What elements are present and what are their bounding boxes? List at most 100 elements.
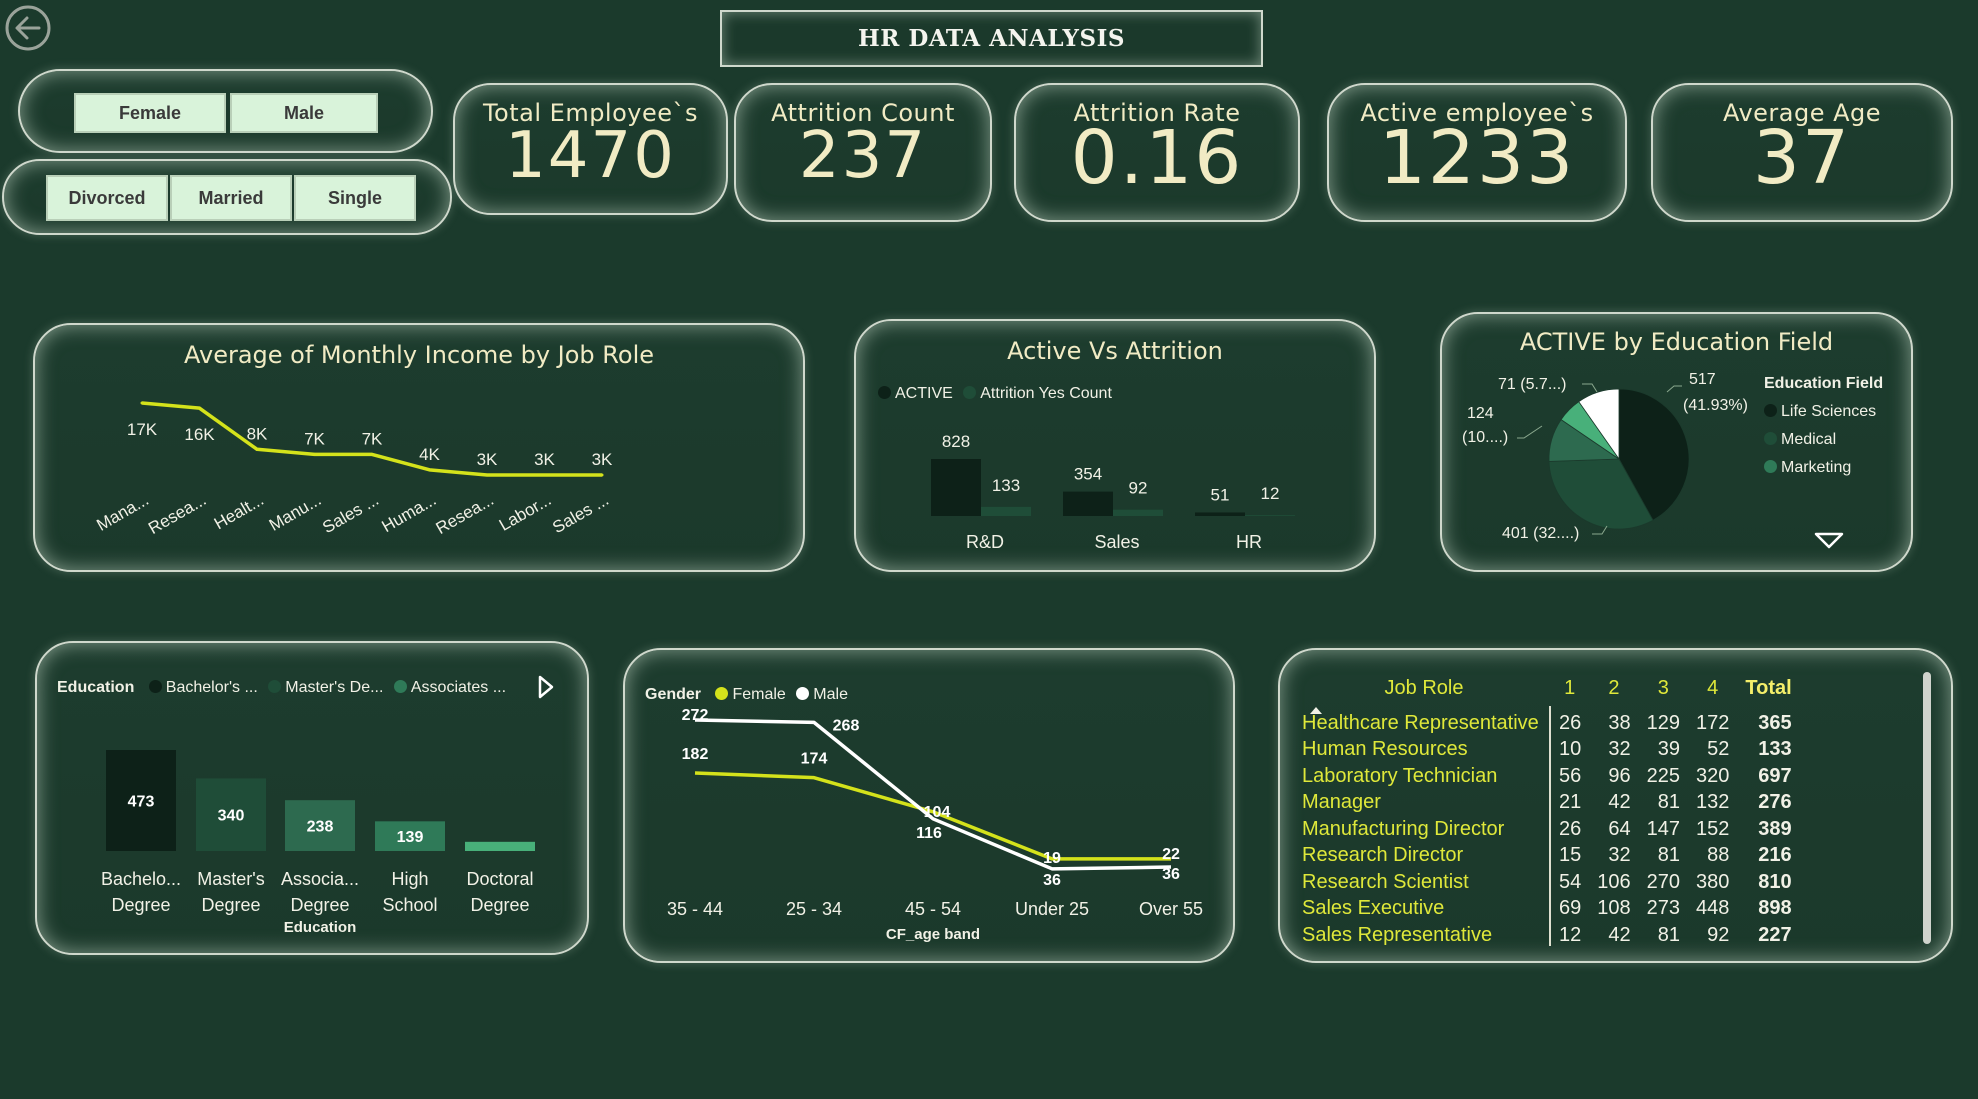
table-scrollbar[interactable] xyxy=(1923,672,1931,944)
table-row[interactable]: Healthcare Representative 26 38 129 172 365 xyxy=(1298,706,1800,737)
value-cell: 15 xyxy=(1559,844,1582,867)
x-tick-label: Doctoral xyxy=(466,869,533,889)
kpi-active-employees: Active employee`s 1233 xyxy=(1327,83,1627,222)
pie-label: 71 (5.7...) xyxy=(1498,376,1566,393)
bar-active xyxy=(1195,512,1245,516)
data-label: 139 xyxy=(397,829,424,846)
back-arrow-icon[interactable] xyxy=(4,4,52,52)
total-cell: 276 xyxy=(1758,791,1792,814)
x-tick-label: Degree xyxy=(290,895,349,915)
column-header-total[interactable]: Total xyxy=(1737,670,1799,706)
value-cell: 448 xyxy=(1696,897,1730,920)
slicer-married-button[interactable]: Married xyxy=(170,175,292,221)
income-point xyxy=(313,452,316,456)
data-label: 174 xyxy=(801,751,828,768)
legend-dot-icon xyxy=(1764,460,1777,473)
data-label: 473 xyxy=(128,794,155,811)
column-header[interactable]: 4 xyxy=(1688,670,1737,706)
data-label: 36 xyxy=(1043,872,1061,889)
x-axis-title: Education xyxy=(284,919,357,936)
job-role-cell: Healthcare Representative xyxy=(1298,706,1551,737)
gender-age-card: Gender Female Male 182 174 116 36 36 272 268 10… xyxy=(623,648,1235,963)
data-label: 3K xyxy=(477,450,498,469)
legend-scroll-down-icon[interactable] xyxy=(1814,532,1844,554)
total-cell: 389 xyxy=(1758,817,1792,840)
leader-line xyxy=(1666,385,1682,393)
table-row[interactable]: Research Director 15 32 81 88 216 xyxy=(1298,842,1800,869)
income-point xyxy=(485,473,489,477)
value-cell: 106 xyxy=(1597,870,1631,893)
x-tick-label: High xyxy=(391,869,428,889)
slicer-divorced-button[interactable]: Divorced xyxy=(46,175,168,221)
x-tick-label: School xyxy=(382,895,437,915)
legend-label: Life Sciences xyxy=(1781,403,1877,420)
value-cell: 12 xyxy=(1559,923,1582,946)
table-viewport: Job Role 1 2 3 4 Total Healthcare Repres… xyxy=(1280,650,1900,946)
job-role-table: Job Role 1 2 3 4 Total Healthcare Repres… xyxy=(1298,670,1800,946)
legend-item: Marketing xyxy=(1764,454,1883,482)
value-cell: 270 xyxy=(1646,870,1680,893)
data-label: 36 xyxy=(1162,866,1180,883)
data-label: 272 xyxy=(682,707,709,724)
value-cell: 81 xyxy=(1657,791,1680,814)
pie-label: 124 xyxy=(1467,405,1494,422)
value-cell: 69 xyxy=(1559,897,1582,920)
slicer-female-button[interactable]: Female xyxy=(74,93,226,133)
column-header[interactable]: 1 xyxy=(1550,670,1589,706)
value-cell: 320 xyxy=(1696,764,1730,787)
x-tick-label: Resea... xyxy=(145,490,209,538)
education-bar xyxy=(465,841,535,851)
table-row[interactable]: Sales Representative 12 42 81 92 227 xyxy=(1298,922,1800,946)
value-cell: 42 xyxy=(1608,791,1631,814)
x-tick-label: Huma... xyxy=(378,490,439,536)
data-label: 133 xyxy=(992,476,1020,495)
kpi-total-employees: Total Employee`s 1470 xyxy=(453,83,728,215)
table-row[interactable]: Research Scientist 54 106 270 380 810 xyxy=(1298,869,1800,896)
x-tick-label: Associa... xyxy=(281,869,359,889)
job-role-cell: Laboratory Technician xyxy=(1298,763,1551,790)
table-row[interactable]: Laboratory Technician 56 96 225 320 697 xyxy=(1298,763,1800,790)
table-row[interactable]: Sales Executive 69 108 273 448 898 xyxy=(1298,895,1800,922)
x-tick-label: Manu... xyxy=(266,490,325,535)
pie-label: (41.93%) xyxy=(1683,397,1748,414)
x-tick-label: Master's xyxy=(197,869,264,889)
x-tick-label: Degree xyxy=(111,895,170,915)
kpi-value: 1233 xyxy=(1378,115,1576,201)
table-row[interactable]: Human Resources 10 32 39 52 133 xyxy=(1298,736,1800,763)
x-tick-label: HR xyxy=(1236,532,1262,552)
active-attrition-bar-chart: 828 133 R&D 354 92 Sales 51 12 HR xyxy=(931,432,1295,552)
data-label: 19 xyxy=(1043,850,1061,867)
income-line-chart: 17K Mana... 16K Resea... 8K Healt... 7K Manu...… xyxy=(93,401,613,538)
column-header[interactable]: 3 xyxy=(1639,670,1688,706)
value-cell: 132 xyxy=(1696,791,1730,814)
leader-line xyxy=(1517,425,1543,439)
x-tick-label: 35 - 44 xyxy=(667,899,723,919)
table-row[interactable]: Manager 21 42 81 132 276 xyxy=(1298,789,1800,816)
table-row[interactable]: Manufacturing Director 26 64 147 152 389 xyxy=(1298,816,1800,843)
value-cell: 108 xyxy=(1597,897,1631,920)
kpi-value: 1470 xyxy=(505,119,676,193)
job-role-cell: Manager xyxy=(1298,789,1551,816)
slicer-male-button[interactable]: Male xyxy=(230,93,378,133)
value-cell: 42 xyxy=(1608,923,1631,946)
value-cell: 26 xyxy=(1559,711,1582,734)
pie-label: (10....) xyxy=(1462,429,1508,446)
data-label: 354 xyxy=(1074,465,1102,484)
x-tick-label: Healt... xyxy=(211,490,267,533)
value-cell: 96 xyxy=(1608,764,1631,787)
page-title: HR DATA ANALYSIS xyxy=(720,10,1263,67)
legend-label: Medical xyxy=(1781,431,1837,448)
legend-dot-icon xyxy=(1764,432,1777,445)
income-point xyxy=(370,452,374,456)
slicer-single-button[interactable]: Single xyxy=(294,175,416,221)
income-point xyxy=(140,401,144,405)
value-cell: 81 xyxy=(1657,923,1680,946)
column-header[interactable]: 2 xyxy=(1589,670,1638,706)
bar-attrition xyxy=(1245,515,1295,516)
column-header-job-role[interactable]: Job Role xyxy=(1298,670,1550,706)
kpi-value: 0.16 xyxy=(1070,115,1244,201)
legend-item: Medical xyxy=(1764,426,1883,454)
income-point xyxy=(428,468,431,472)
x-axis-title: CF_age band xyxy=(886,926,980,943)
x-tick-label: 25 - 34 xyxy=(786,899,842,919)
